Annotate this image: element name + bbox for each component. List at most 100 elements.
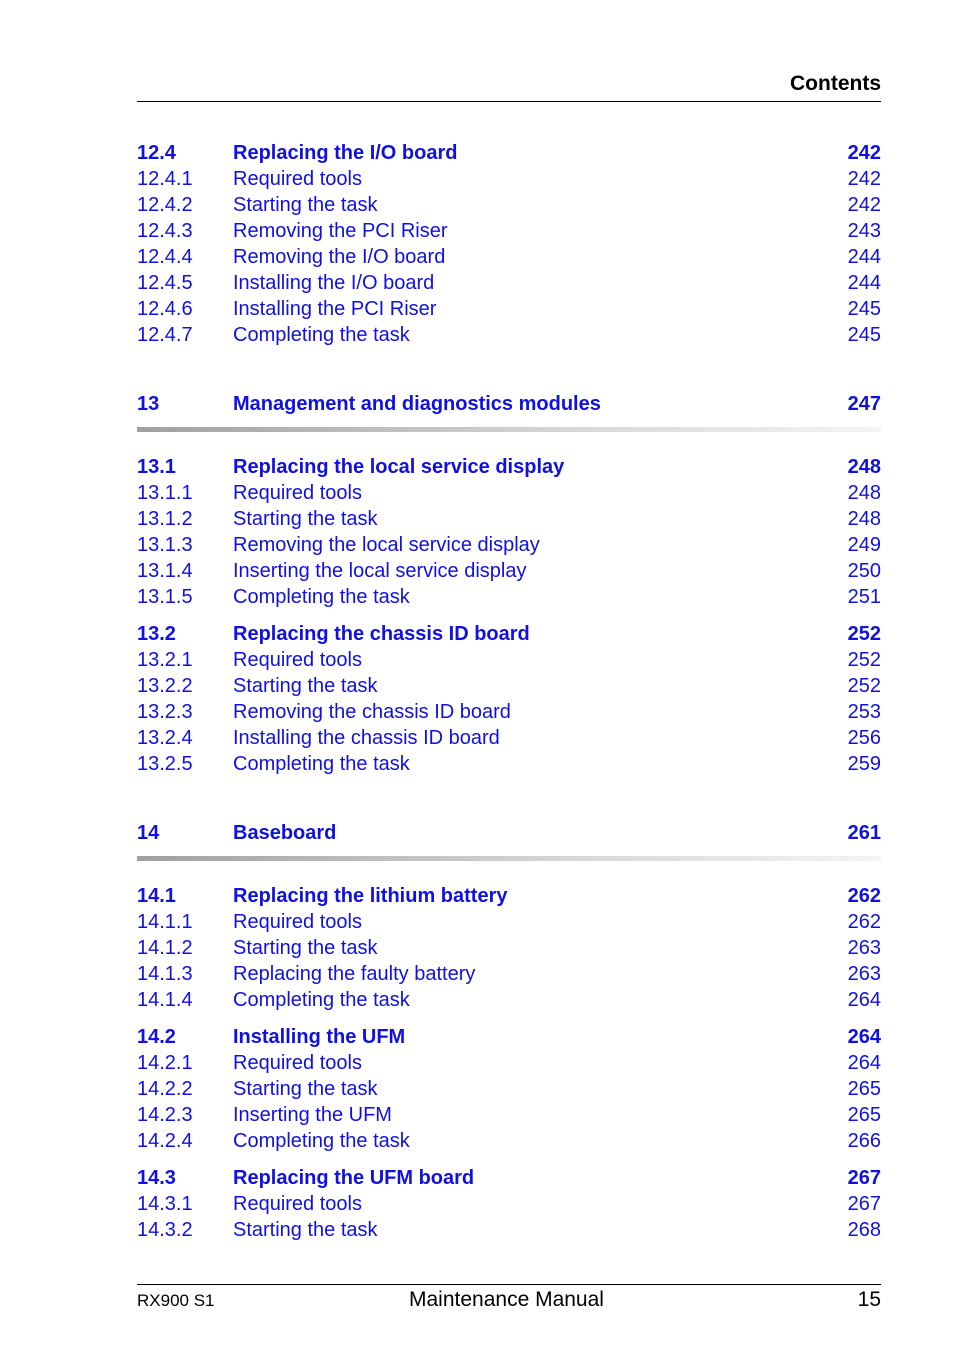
entry-title[interactable]: Completing the task <box>233 1128 416 1154</box>
entry-title[interactable]: Replacing the I/O board <box>233 140 464 166</box>
entry-number[interactable]: 13.2.2 <box>137 673 193 699</box>
toc-subsection-entry[interactable]: 13.1.4 Inserting the local service displa… <box>137 558 881 584</box>
entry-page[interactable]: 250 <box>843 558 881 584</box>
toc-section-entry[interactable]: 14.2 Installing the UFM 264 <box>137 1024 881 1050</box>
entry-title[interactable]: Starting the task <box>233 1217 384 1243</box>
entry-number[interactable]: 13.1.3 <box>137 532 193 558</box>
entry-page[interactable]: 252 <box>843 647 881 673</box>
entry-title[interactable]: Inserting the UFM <box>233 1102 398 1128</box>
entry-number[interactable]: 13.1.1 <box>137 480 193 506</box>
entry-page[interactable]: 251 <box>843 584 881 610</box>
entry-page[interactable]: 261 <box>843 820 881 846</box>
toc-subsection-entry[interactable]: 12.4.3 Removing the PCI Riser 243 <box>137 218 881 244</box>
entry-page[interactable]: 243 <box>843 218 881 244</box>
toc-subsection-entry[interactable]: 12.4.6 Installing the PCI Riser 245 <box>137 296 881 322</box>
toc-subsection-entry[interactable]: 13.2.3 Removing the chassis ID board 253 <box>137 699 881 725</box>
entry-page[interactable]: 252 <box>843 673 881 699</box>
entry-number[interactable]: 14.3 <box>137 1165 176 1191</box>
entry-number[interactable]: 14.1 <box>137 883 176 909</box>
entry-number[interactable]: 12.4 <box>137 140 176 166</box>
toc-subsection-entry[interactable]: 14.2.1 Required tools 264 <box>137 1050 881 1076</box>
entry-page[interactable]: 242 <box>843 192 881 218</box>
entry-page[interactable]: 242 <box>843 166 881 192</box>
toc-subsection-entry[interactable]: 12.4.7 Completing the task 245 <box>137 322 881 348</box>
entry-number[interactable]: 14.2.3 <box>137 1102 193 1128</box>
entry-page[interactable]: 266 <box>843 1128 881 1154</box>
entry-number[interactable]: 14.1.3 <box>137 961 193 987</box>
toc-subsection-entry[interactable]: 13.2.1 Required tools 252 <box>137 647 881 673</box>
entry-title[interactable]: Completing the task <box>233 322 416 348</box>
toc-subsection-entry[interactable]: 14.2.3 Inserting the UFM 265 <box>137 1102 881 1128</box>
entry-title[interactable]: Removing the PCI Riser <box>233 218 454 244</box>
entry-title[interactable]: Baseboard <box>233 820 343 846</box>
toc-section-entry[interactable]: 14.1 Replacing the lithium battery 262 <box>137 883 881 909</box>
entry-title[interactable]: Removing the I/O board <box>233 244 452 270</box>
entry-title[interactable]: Installing the I/O board <box>233 270 441 296</box>
toc-subsection-entry[interactable]: 13.2.2 Starting the task 252 <box>137 673 881 699</box>
entry-number[interactable]: 12.4.4 <box>137 244 193 270</box>
entry-title[interactable]: Installing the PCI Riser <box>233 296 443 322</box>
entry-page[interactable]: 248 <box>843 454 881 480</box>
entry-number[interactable]: 12.4.3 <box>137 218 193 244</box>
entry-number[interactable]: 12.4.1 <box>137 166 193 192</box>
entry-page[interactable]: 244 <box>843 270 881 296</box>
entry-title[interactable]: Removing the local service display <box>233 532 546 558</box>
toc-section-entry[interactable]: 13.2 Replacing the chassis ID board 252 <box>137 621 881 647</box>
entry-number[interactable]: 14.1.2 <box>137 935 193 961</box>
entry-title[interactable]: Replacing the faulty battery <box>233 961 482 987</box>
entry-number[interactable]: 13.2.1 <box>137 647 193 673</box>
entry-page[interactable]: 264 <box>843 987 881 1013</box>
entry-page[interactable]: 263 <box>843 935 881 961</box>
entry-page[interactable]: 265 <box>843 1102 881 1128</box>
entry-number[interactable]: 12.4.7 <box>137 322 193 348</box>
toc-subsection-entry[interactable]: 13.2.5 Completing the task 259 <box>137 751 881 777</box>
entry-title[interactable]: Replacing the chassis ID board <box>233 621 536 647</box>
entry-title[interactable]: Starting the task <box>233 673 384 699</box>
toc-subsection-entry[interactable]: 12.4.4 Removing the I/O board 244 <box>137 244 881 270</box>
entry-title[interactable]: Starting the task <box>233 506 384 532</box>
entry-page[interactable]: 264 <box>843 1050 881 1076</box>
toc-section-entry[interactable]: 13.1 Replacing the local service display 2… <box>137 454 881 480</box>
toc-subsection-entry[interactable]: 14.1.1 Required tools 262 <box>137 909 881 935</box>
toc-subsection-entry[interactable]: 14.2.2 Starting the task 265 <box>137 1076 881 1102</box>
entry-page[interactable]: 265 <box>843 1076 881 1102</box>
entry-title[interactable]: Required tools <box>233 1050 368 1076</box>
entry-page[interactable]: 267 <box>843 1191 881 1217</box>
toc-subsection-entry[interactable]: 12.4.2 Starting the task 242 <box>137 192 881 218</box>
entry-page[interactable]: 252 <box>843 621 881 647</box>
entry-page[interactable]: 245 <box>843 322 881 348</box>
entry-page[interactable]: 256 <box>843 725 881 751</box>
entry-title[interactable]: Required tools <box>233 647 368 673</box>
toc-subsection-entry[interactable]: 14.2.4 Completing the task 266 <box>137 1128 881 1154</box>
entry-number[interactable]: 13.2 <box>137 621 176 647</box>
entry-number[interactable]: 13 <box>137 391 159 417</box>
toc-subsection-entry[interactable]: 13.1.2 Starting the task 248 <box>137 506 881 532</box>
entry-title[interactable]: Required tools <box>233 1191 368 1217</box>
entry-number[interactable]: 12.4.5 <box>137 270 193 296</box>
entry-number[interactable]: 13.2.5 <box>137 751 193 777</box>
entry-page[interactable]: 268 <box>843 1217 881 1243</box>
entry-page[interactable]: 242 <box>843 140 881 166</box>
entry-number[interactable]: 12.4.6 <box>137 296 193 322</box>
entry-title[interactable]: Required tools <box>233 166 368 192</box>
toc-subsection-entry[interactable]: 12.4.1 Required tools 242 <box>137 166 881 192</box>
entry-title[interactable]: Completing the task <box>233 751 416 777</box>
toc-subsection-entry[interactable]: 13.1.5 Completing the task 251 <box>137 584 881 610</box>
entry-page[interactable]: 262 <box>843 883 881 909</box>
entry-title[interactable]: Starting the task <box>233 935 384 961</box>
entry-number[interactable]: 13.1.4 <box>137 558 193 584</box>
entry-page[interactable]: 262 <box>843 909 881 935</box>
entry-title[interactable]: Installing the chassis ID board <box>233 725 506 751</box>
entry-title[interactable]: Replacing the local service display <box>233 454 571 480</box>
entry-number[interactable]: 14.2.4 <box>137 1128 193 1154</box>
entry-page[interactable]: 248 <box>843 480 881 506</box>
entry-number[interactable]: 14.1.4 <box>137 987 193 1013</box>
entry-title[interactable]: Starting the task <box>233 192 384 218</box>
toc-subsection-entry[interactable]: 12.4.5 Installing the I/O board 244 <box>137 270 881 296</box>
toc-section-entry[interactable]: 12.4 Replacing the I/O board 242 <box>137 140 881 166</box>
entry-title[interactable]: Starting the task <box>233 1076 384 1102</box>
entry-number[interactable]: 14.2.2 <box>137 1076 193 1102</box>
entry-title[interactable]: Removing the chassis ID board <box>233 699 517 725</box>
entry-page[interactable]: 249 <box>843 532 881 558</box>
entry-title[interactable]: Installing the UFM <box>233 1024 412 1050</box>
